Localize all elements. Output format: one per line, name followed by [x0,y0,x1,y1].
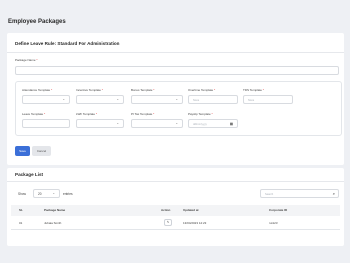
chevron-down-icon: ⌄ [175,97,178,101]
entries-label: entries [63,192,73,196]
package-name-input[interactable] [15,66,339,75]
tds-template-label: TDS Template * [243,88,264,92]
tds-placeholder: None [248,98,255,102]
leave-template-input[interactable] [22,119,70,128]
chevron-down-icon: ⌄ [62,97,65,101]
leave-template-label: Leave Template * [22,112,46,116]
package-list-title: Package List [15,172,44,177]
pi-tax-template-label: PI Tax Template * [131,112,155,116]
chevron-down-icon: ⌄ [116,97,119,101]
chevron-down-icon: ⌄ [116,121,119,125]
table-row: 01 Jubaia Smith ✎ 13/04/2023 12:23 rut12… [11,217,340,229]
col-action: Action [161,208,171,212]
overtime-template-label: Overtime Template * [188,88,216,92]
payslip-placeholder: dd/mm/yyyy [193,122,207,126]
lwf-template-select[interactable]: ⌄ [76,119,124,128]
row-updated-at: 13/04/2023 12:23 [183,221,207,225]
bonus-template-label: Bonus Template * [131,88,155,92]
pi-tax-template-select[interactable]: ⌄ [131,119,183,128]
package-name-label: Package Name * [15,58,38,62]
row-divider [11,229,340,230]
col-corporate-id: Corporate ID [269,208,288,212]
col-package-name: Package Name [44,208,66,212]
define-leave-rule-card: Define Leave Rule: Standard For Administ… [7,33,344,165]
edit-icon[interactable]: ✎ [164,219,172,226]
row-package-name: Jubaia Smith [44,221,62,225]
search-input[interactable]: Search ⌕ [260,189,339,198]
cancel-button[interactable]: Cancel [32,146,51,156]
lwf-template-label: LWF Template * [76,112,98,116]
col-sl: SL [19,208,23,212]
calendar-icon[interactable]: ▦ [230,122,233,126]
row-sl: 01 [19,221,23,225]
form-title: Define Leave Rule: Standard For Administ… [15,41,120,46]
attendance-template-select[interactable]: ⌄ [22,95,70,104]
incentive-template-label: Incentive Template * [76,88,103,92]
row-corporate-id: rut123 [269,221,278,225]
show-label: Show [18,192,26,196]
templates-panel: Attendance Template * Incentive Template… [15,81,342,136]
list-divider [7,181,344,182]
overtime-placeholder: None [193,98,200,102]
save-button[interactable]: Save [15,146,30,156]
payslip-template-date[interactable]: dd/mm/yyyy ▦ [188,119,238,128]
form-divider [7,52,344,53]
entries-select[interactable]: 20 ⌄ [33,189,60,198]
search-icon: ⌕ [332,191,335,196]
page-title: Employee Packages [8,19,66,25]
col-updated-at: Updated at [183,208,199,212]
bonus-template-select[interactable]: ⌄ [131,95,183,104]
chevron-down-icon: ⌄ [175,121,178,125]
chevron-down-icon: ⌄ [52,191,55,195]
search-placeholder: Search [265,192,274,196]
overtime-template-input[interactable]: None [188,95,238,104]
package-list-card: Package List Show 20 ⌄ entries Search ⌕ … [7,168,344,246]
incentive-template-select[interactable]: ⌄ [76,95,124,104]
attendance-template-label: Attendance Template * [22,88,53,92]
tds-template-input[interactable]: None [243,95,293,104]
entries-value: 20 [38,192,42,196]
payslip-template-label: Payslip Template * [188,112,213,116]
